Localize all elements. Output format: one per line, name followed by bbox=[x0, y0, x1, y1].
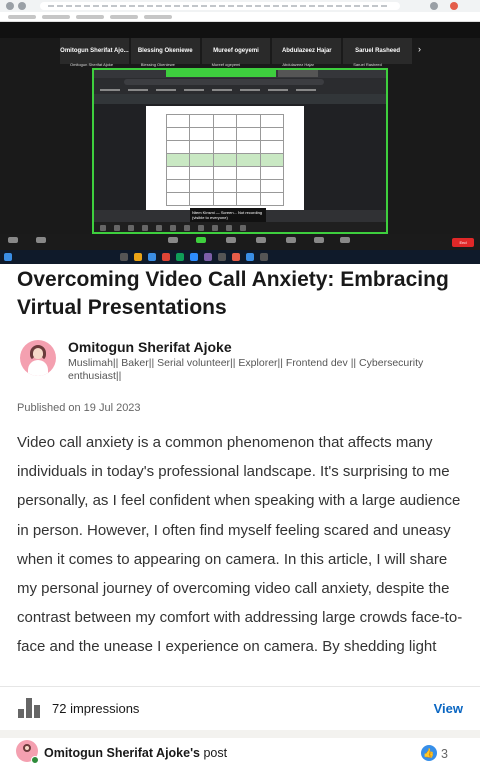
microphone-icon bbox=[8, 237, 18, 243]
article-paragraph: Video call anxiety is a common phenomeno… bbox=[17, 434, 463, 656]
reload-icon bbox=[18, 2, 26, 10]
like-icon: 👍 bbox=[421, 745, 437, 761]
author-bio: Muslimah|| Baker|| Serial volunteer|| Ex… bbox=[68, 357, 424, 382]
post-owner-link[interactable]: Omitogun Sherifat Ajoke's post bbox=[44, 746, 227, 760]
impressions-count: 72 impressions bbox=[52, 701, 140, 716]
stop-share-button bbox=[278, 70, 318, 77]
participant-tile: Mureef ogeyemi bbox=[201, 38, 271, 64]
participant-tile: Saruel Rasheed bbox=[343, 38, 412, 64]
chevron-right-icon: › bbox=[418, 44, 421, 54]
online-status-icon bbox=[31, 756, 39, 764]
article-title: Overcoming Video Call Anxiety: Embracing… bbox=[17, 268, 449, 319]
windows-taskbar bbox=[0, 250, 480, 264]
end-call-button: End bbox=[452, 238, 474, 247]
participant-tile: Omitogun Sherifat Ajo... bbox=[60, 38, 129, 64]
extension-icon bbox=[430, 2, 438, 10]
participants-icon bbox=[168, 237, 178, 243]
document-page bbox=[146, 106, 304, 210]
screen-share-overlay: Ntem Kinsmi — Screen... Not recording (v… bbox=[190, 208, 266, 222]
article-cover-image: Omitogun Sherifat Ajo... Blessing Okenie… bbox=[0, 0, 480, 264]
document-table bbox=[165, 114, 285, 206]
participant-tile: Abdulazeez Hajar bbox=[272, 38, 342, 64]
profile-icon bbox=[450, 2, 458, 10]
pdf-toolbar bbox=[94, 94, 386, 104]
share-icon bbox=[196, 237, 206, 243]
back-icon bbox=[6, 2, 14, 10]
reactions-icon bbox=[286, 237, 296, 243]
avatar[interactable] bbox=[20, 340, 56, 376]
record-icon bbox=[256, 237, 266, 243]
camera-icon bbox=[36, 237, 46, 243]
like-count[interactable]: 3 bbox=[441, 747, 448, 761]
chat-icon bbox=[226, 237, 236, 243]
participant-tile: Blessing Okeniewe bbox=[130, 38, 200, 64]
published-date: Published on 19 Jul 2023 bbox=[17, 402, 141, 414]
article-body: Video call anxiety is a common phenomeno… bbox=[17, 428, 467, 684]
browser-tab-bar bbox=[0, 0, 480, 12]
zoom-controls bbox=[0, 234, 480, 250]
os-taskbar bbox=[94, 222, 386, 232]
zoom-top-bar bbox=[0, 22, 480, 38]
view-analytics-link[interactable]: View bbox=[434, 701, 463, 716]
bookmarks-bar bbox=[0, 12, 480, 22]
chart-icon bbox=[18, 698, 42, 718]
more-icon bbox=[340, 237, 350, 243]
participant-strip: Omitogun Sherifat Ajo... Blessing Okenie… bbox=[60, 38, 412, 64]
shared-screen: Ntem Kinsmi — Screen... Not recording (v… bbox=[92, 68, 388, 234]
author-name[interactable]: Omitogun Sherifat Ajoke bbox=[68, 339, 232, 355]
apps-icon bbox=[314, 237, 324, 243]
sharing-banner bbox=[166, 70, 276, 77]
